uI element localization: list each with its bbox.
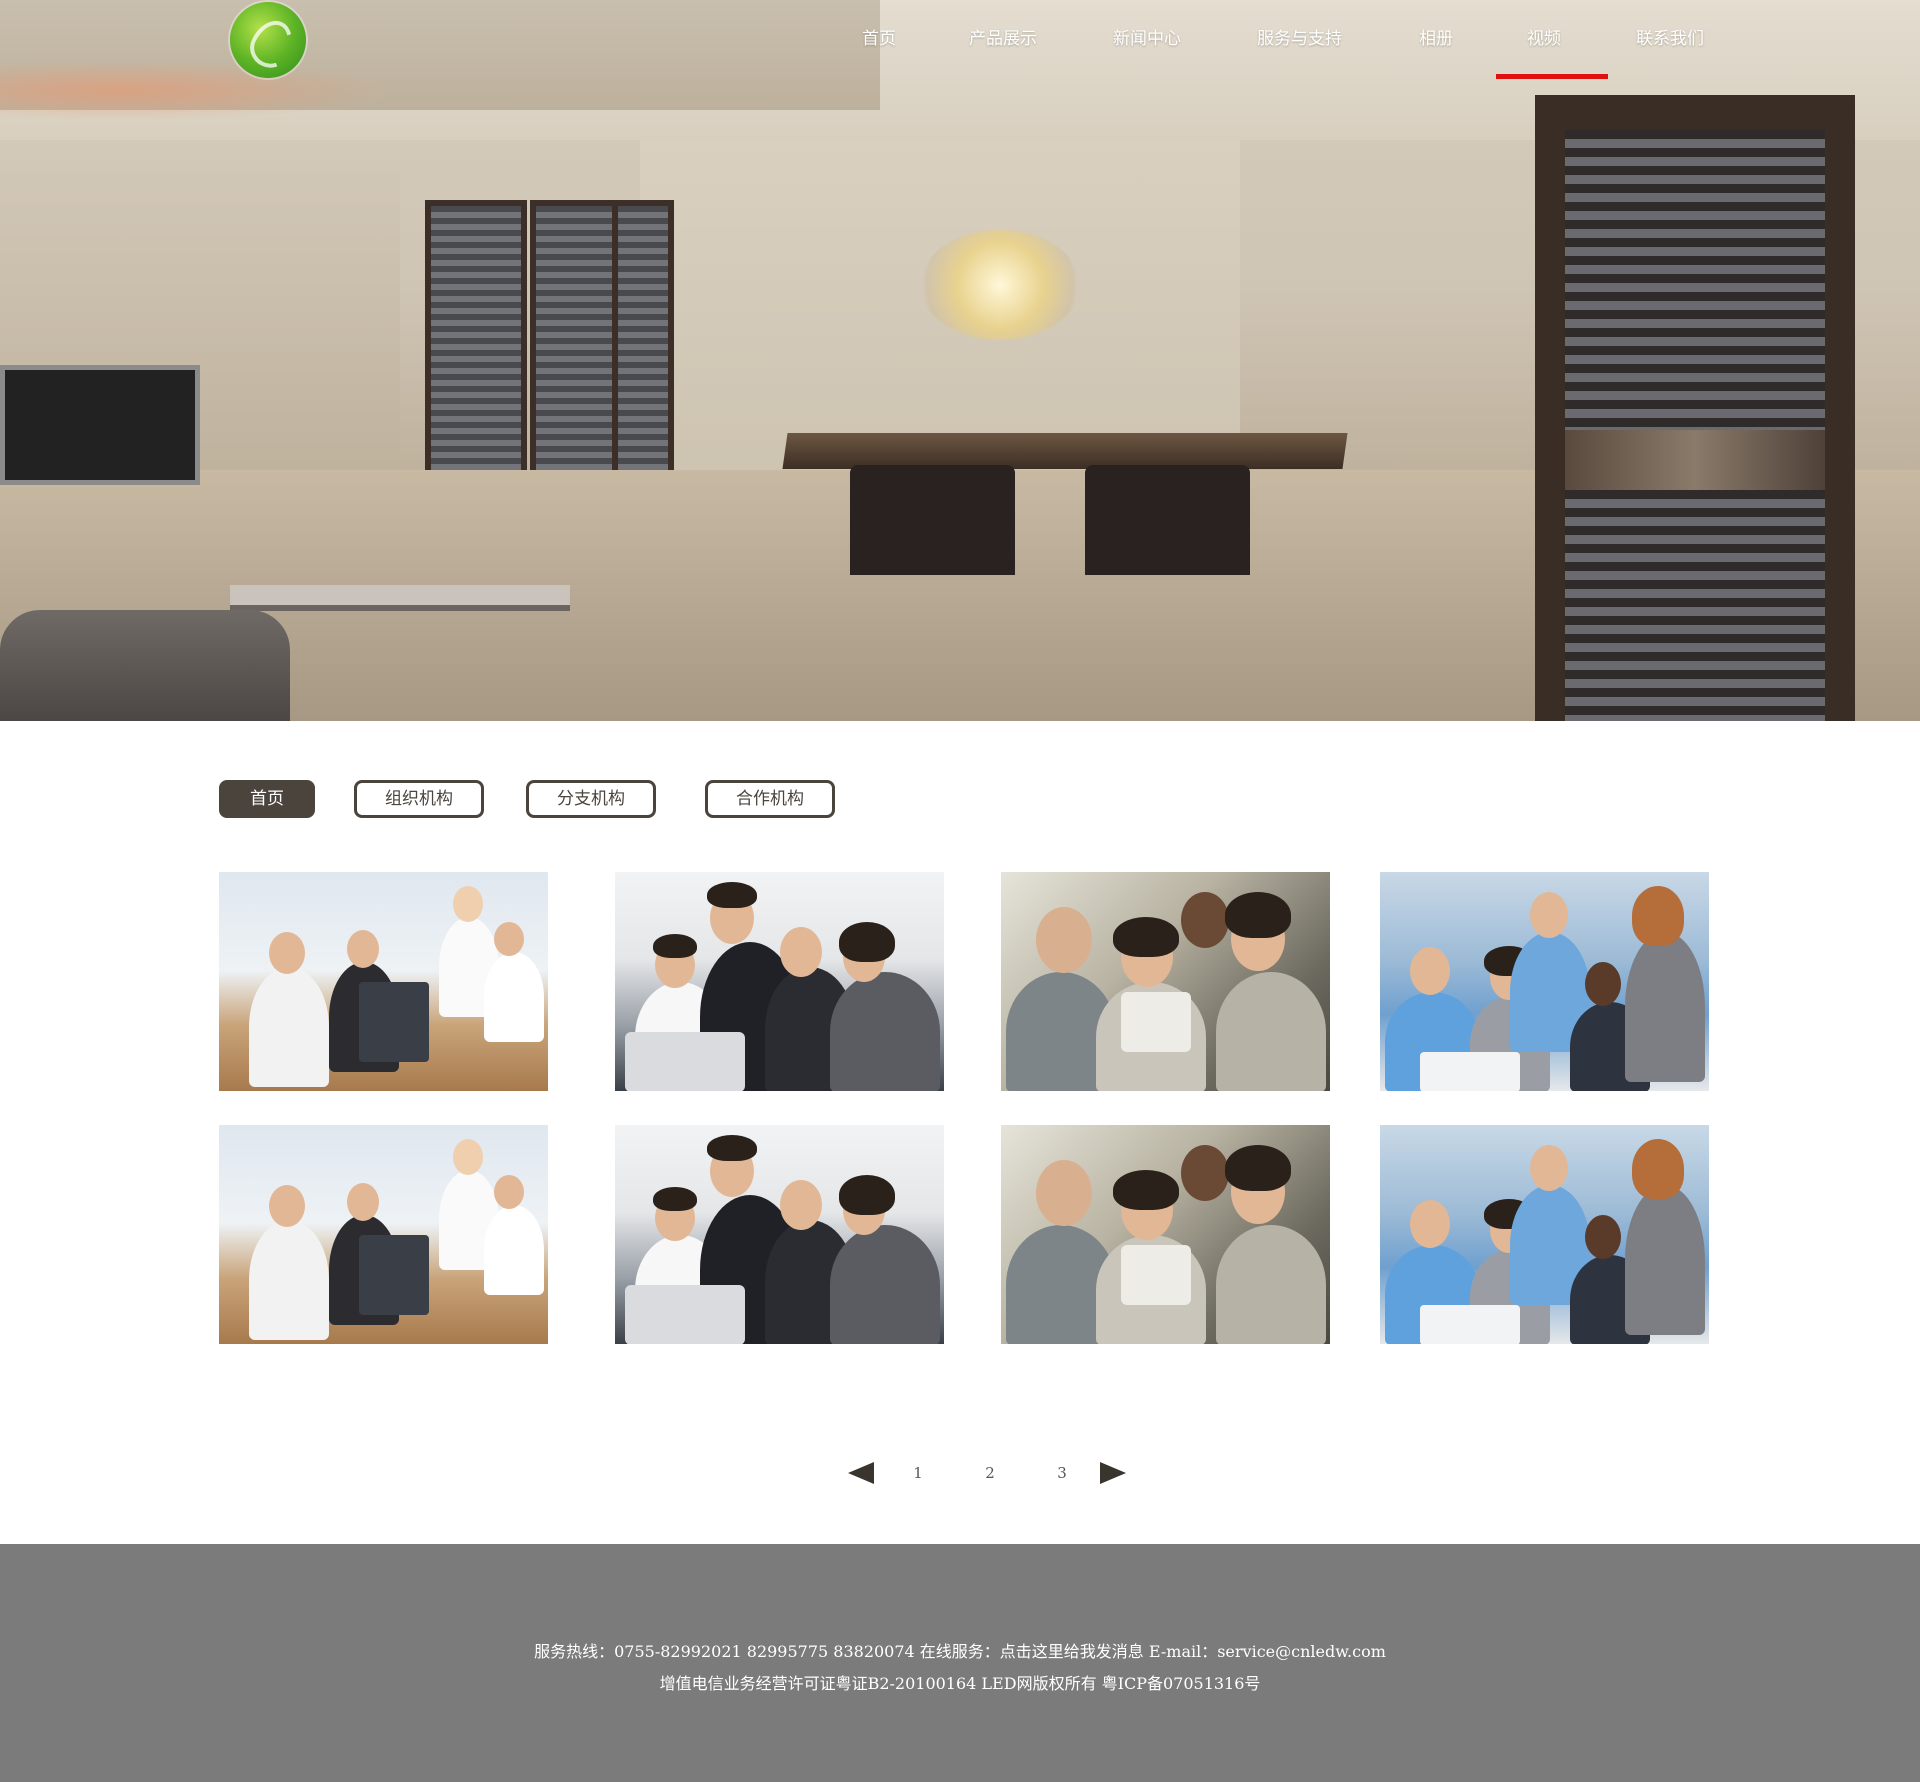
office-team-photo [1380,872,1709,1091]
footer-copyright-line: 增值电信业务经营许可证粤证B2-20100164 LED网版权所有 粤ICP备0… [659,1674,1261,1693]
nav-item-album[interactable]: 相册 [1419,24,1453,54]
tab-organization[interactable]: 组织机构 [354,780,484,818]
nav-item-service[interactable]: 服务与支持 [1257,24,1342,54]
tab-partners[interactable]: 合作机构 [705,780,835,818]
gallery-item[interactable] [1380,872,1709,1091]
hero-chair [1085,465,1250,575]
meeting-room-photo [219,872,548,1091]
page-link-3[interactable]: 3 [1050,1462,1074,1484]
hero-chandelier [920,230,1080,340]
arrow-right-icon[interactable] [1100,1462,1126,1484]
main-nav: 首页 产品展示 新闻中心 服务与支持 相册 视频 联系我们 [0,24,1920,54]
hero-tv [0,365,200,485]
gallery-item[interactable] [219,872,548,1091]
hero-dining-table [782,433,1348,469]
meeting-room-photo [219,1125,548,1344]
team-tablet-photo [1001,872,1330,1091]
gallery-item[interactable] [615,872,944,1091]
site-footer: 服务热线：0755-82992021 82995775 83820074 在线服… [0,1544,1920,1782]
tab-home[interactable]: 首页 [219,780,315,818]
nav-item-video[interactable]: 视频 [1527,24,1561,54]
hero-light-glow [0,60,400,120]
gallery-item[interactable] [1001,1125,1330,1344]
tab-branches[interactable]: 分支机构 [526,780,656,818]
nav-item-home[interactable]: 首页 [862,24,896,54]
page-link-2[interactable]: 2 [978,1462,1002,1484]
team-tablet-photo [1001,1125,1330,1344]
gallery-item[interactable] [1380,1125,1709,1344]
gallery-item[interactable] [219,1125,548,1344]
arrow-left-icon[interactable] [848,1462,874,1484]
nav-item-news[interactable]: 新闻中心 [1113,24,1181,54]
hero-banner [0,0,1920,721]
gallery-item[interactable] [615,1125,944,1344]
hero-coffee-table [230,585,570,611]
hero-chair [850,465,1015,575]
team-laptop-photo [615,1125,944,1344]
nav-item-products[interactable]: 产品展示 [969,24,1037,54]
nav-item-contact[interactable]: 联系我们 [1636,24,1704,54]
nav-active-indicator [1496,74,1608,79]
team-laptop-photo [615,872,944,1091]
gallery-item[interactable] [1001,872,1330,1091]
hero-sofa [0,610,290,721]
footer-contact-line: 服务热线：0755-82992021 82995775 83820074 在线服… [534,1642,1386,1661]
hero-door-louvers [1565,130,1825,721]
hero-door-band [1565,430,1825,490]
office-team-photo [1380,1125,1709,1344]
page-link-1[interactable]: 1 [906,1462,930,1484]
